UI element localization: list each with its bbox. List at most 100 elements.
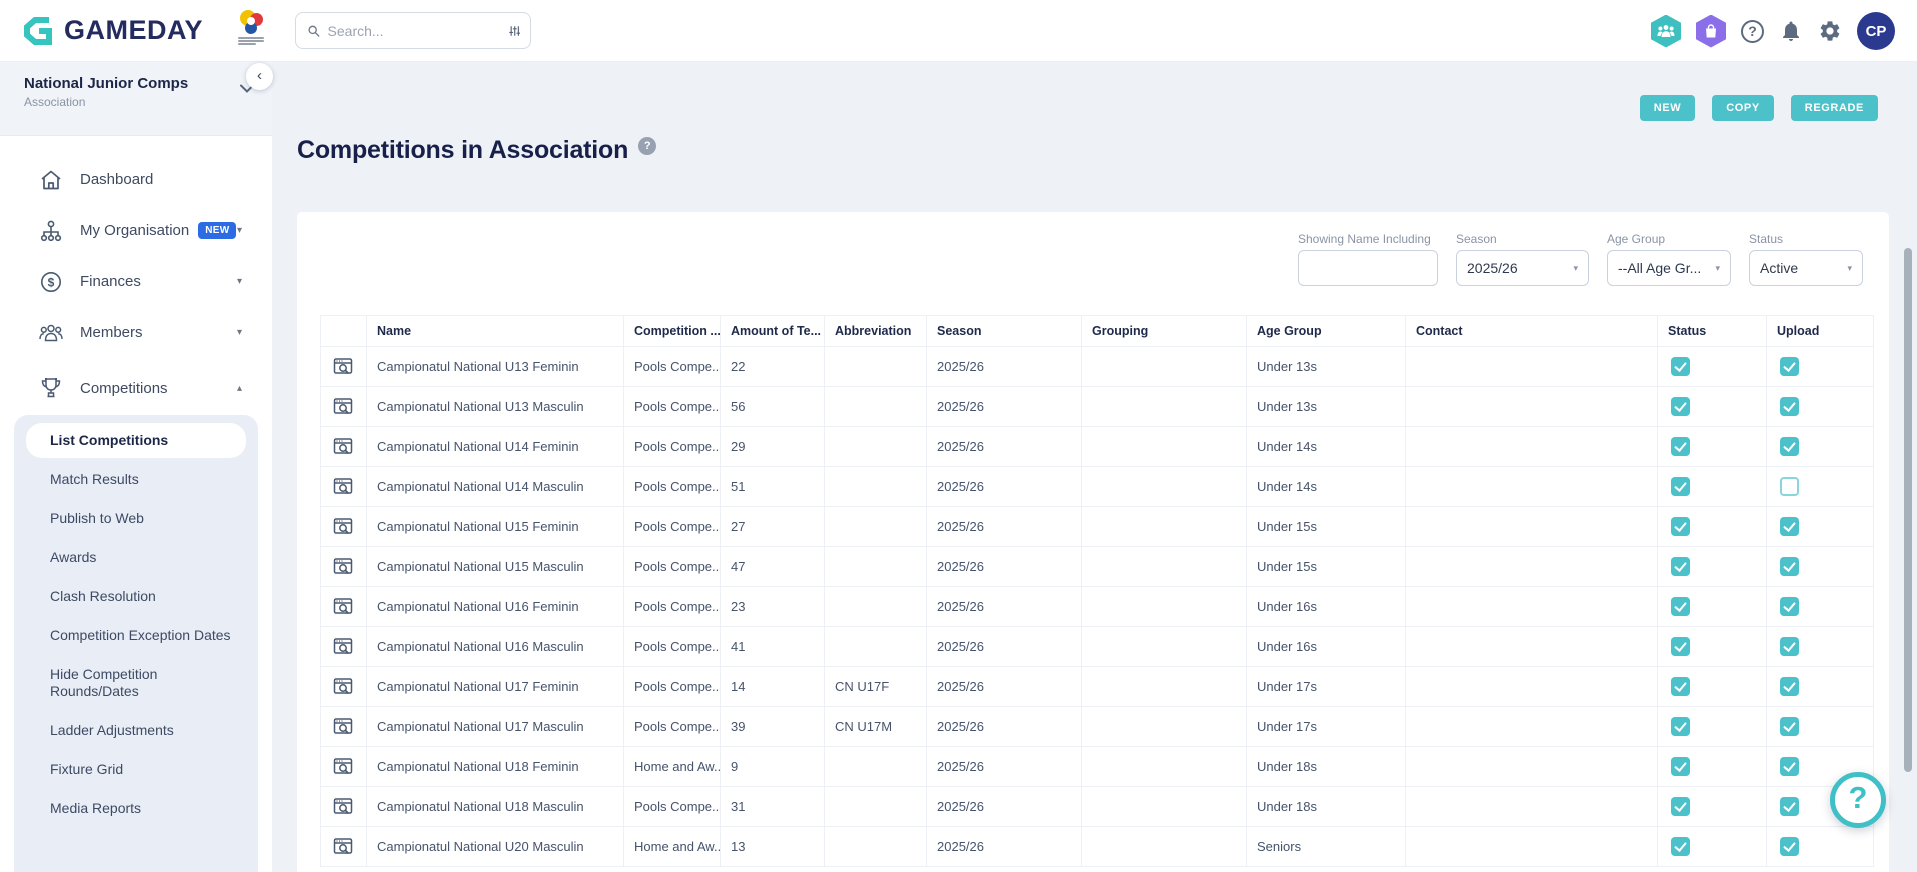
- help-icon[interactable]: ?: [1741, 20, 1764, 43]
- sidebar-subitem-publish-to-web[interactable]: Publish to Web: [14, 499, 258, 538]
- view-fixture-button[interactable]: [321, 827, 367, 867]
- cell-competition-type: Pools Compe...: [624, 547, 721, 587]
- upload-checkbox[interactable]: [1780, 477, 1799, 496]
- status-checkbox[interactable]: [1671, 557, 1690, 576]
- cell-grouping: [1082, 787, 1247, 827]
- sidebar-subitem-media-reports[interactable]: Media Reports: [14, 789, 258, 828]
- cell-age-group: Under 13s: [1247, 387, 1406, 427]
- status-select[interactable]: Active ▾: [1749, 250, 1863, 286]
- page-title: Competitions in Association: [297, 136, 628, 165]
- regrade-button[interactable]: REGRADE: [1791, 95, 1878, 121]
- cell-status: [1658, 827, 1767, 867]
- copy-button[interactable]: COPY: [1712, 95, 1774, 121]
- view-fixture-button[interactable]: [321, 347, 367, 387]
- filter-name-label: Showing Name Including: [1298, 232, 1438, 246]
- sidebar-subitem-hide-competition-rounds-dates[interactable]: Hide Competition Rounds/Dates: [14, 655, 258, 711]
- view-fixture-button[interactable]: [321, 747, 367, 787]
- sidebar-subitem-list-competitions[interactable]: List Competitions: [26, 423, 246, 458]
- view-fixture-button[interactable]: [321, 707, 367, 747]
- upload-checkbox[interactable]: [1780, 597, 1799, 616]
- status-checkbox[interactable]: [1671, 837, 1690, 856]
- view-fixture-button[interactable]: [321, 587, 367, 627]
- view-fixture-button[interactable]: [321, 667, 367, 707]
- view-fixture-button[interactable]: [321, 787, 367, 827]
- view-fixture-button[interactable]: [321, 387, 367, 427]
- table-row: Campionatul National U18 FemininHome and…: [321, 747, 1874, 787]
- view-fixture-button[interactable]: [321, 507, 367, 547]
- sidebar-subitem-competition-exception-dates[interactable]: Competition Exception Dates: [14, 616, 258, 655]
- caret-down-icon: ▾: [237, 327, 242, 338]
- upload-checkbox[interactable]: [1780, 837, 1799, 856]
- upload-checkbox[interactable]: [1780, 557, 1799, 576]
- status-checkbox[interactable]: [1671, 677, 1690, 696]
- age-group-select[interactable]: --All Age Gr... ▾: [1607, 250, 1731, 286]
- sidebar-subitem-match-results[interactable]: Match Results: [14, 460, 258, 499]
- new-button[interactable]: NEW: [1640, 95, 1695, 121]
- status-checkbox[interactable]: [1671, 517, 1690, 536]
- cell-abbreviation: [825, 547, 927, 587]
- upload-checkbox[interactable]: [1780, 517, 1799, 536]
- upload-checkbox[interactable]: [1780, 437, 1799, 456]
- sidebar-subitem-ladder-adjustments[interactable]: Ladder Adjustments: [14, 711, 258, 750]
- search-filter-icon[interactable]: [509, 23, 521, 39]
- cell-amount-of-teams: 29: [721, 427, 825, 467]
- status-checkbox[interactable]: [1671, 757, 1690, 776]
- cell-age-group: Under 16s: [1247, 627, 1406, 667]
- status-checkbox[interactable]: [1671, 477, 1690, 496]
- table-header-row: NameCompetition ...Amount of Te...Abbrev…: [321, 316, 1874, 347]
- sidebar-collapse-button[interactable]: ‹: [246, 63, 273, 90]
- cell-upload: [1767, 827, 1874, 867]
- upload-checkbox[interactable]: [1780, 397, 1799, 416]
- sidebar-item-finances[interactable]: $ Finances ▾: [0, 256, 272, 307]
- upload-checkbox[interactable]: [1780, 757, 1799, 776]
- status-checkbox[interactable]: [1671, 717, 1690, 736]
- view-fixture-button[interactable]: [321, 467, 367, 507]
- sidebar-item-members[interactable]: Members ▾: [0, 307, 272, 358]
- gameday-logo[interactable]: GAMEDAY: [22, 13, 203, 49]
- marketplace-icon[interactable]: [1696, 15, 1726, 48]
- upload-checkbox[interactable]: [1780, 357, 1799, 376]
- gameday-apps-icon[interactable]: [1651, 15, 1681, 48]
- sidebar: National Junior Comps Association Dashbo…: [0, 62, 272, 872]
- view-fixture-button[interactable]: [321, 427, 367, 467]
- sidebar-item-label: Competitions: [80, 380, 168, 397]
- sidebar-item-my-organisation[interactable]: My Organisation NEW ▾: [0, 205, 272, 256]
- view-fixture-icon: [333, 557, 355, 577]
- status-checkbox[interactable]: [1671, 597, 1690, 616]
- search-input[interactable]: [328, 23, 509, 39]
- status-checkbox[interactable]: [1671, 397, 1690, 416]
- view-fixture-icon: [333, 517, 355, 537]
- table-row: Campionatul National U13 MasculinPools C…: [321, 387, 1874, 427]
- name-filter-input[interactable]: [1298, 250, 1438, 286]
- sidebar-item-dashboard[interactable]: Dashboard: [0, 154, 272, 205]
- org-switcher[interactable]: National Junior Comps Association: [0, 62, 272, 136]
- cell-age-group: Under 17s: [1247, 667, 1406, 707]
- caret-down-icon: ▾: [237, 276, 242, 287]
- user-avatar[interactable]: CP: [1857, 12, 1895, 50]
- title-help-icon[interactable]: ?: [638, 137, 656, 155]
- column-header-name: Name: [367, 316, 624, 347]
- season-select[interactable]: 2025/26 ▾: [1456, 250, 1589, 286]
- sidebar-subitem-awards[interactable]: Awards: [14, 538, 258, 577]
- status-checkbox[interactable]: [1671, 437, 1690, 456]
- upload-checkbox[interactable]: [1780, 797, 1799, 816]
- cell-status: [1658, 547, 1767, 587]
- upload-checkbox[interactable]: [1780, 677, 1799, 696]
- status-checkbox[interactable]: [1671, 357, 1690, 376]
- sidebar-item-competitions[interactable]: Competitions ▴: [0, 363, 272, 413]
- settings-gear-icon[interactable]: [1818, 19, 1842, 43]
- view-fixture-button[interactable]: [321, 547, 367, 587]
- sidebar-subitem-clash-resolution[interactable]: Clash Resolution: [14, 577, 258, 616]
- upload-checkbox[interactable]: [1780, 717, 1799, 736]
- status-checkbox[interactable]: [1671, 797, 1690, 816]
- page-scrollbar[interactable]: [1904, 248, 1912, 772]
- upload-checkbox[interactable]: [1780, 637, 1799, 656]
- cell-season: 2025/26: [927, 747, 1082, 787]
- status-checkbox[interactable]: [1671, 637, 1690, 656]
- sidebar-subitem-fixture-grid[interactable]: Fixture Grid: [14, 750, 258, 789]
- notifications-bell-icon[interactable]: [1779, 19, 1803, 43]
- column-header-season: Season: [927, 316, 1082, 347]
- floating-help-button[interactable]: ?: [1830, 772, 1886, 828]
- view-fixture-button[interactable]: [321, 627, 367, 667]
- cell-contact: [1406, 547, 1658, 587]
